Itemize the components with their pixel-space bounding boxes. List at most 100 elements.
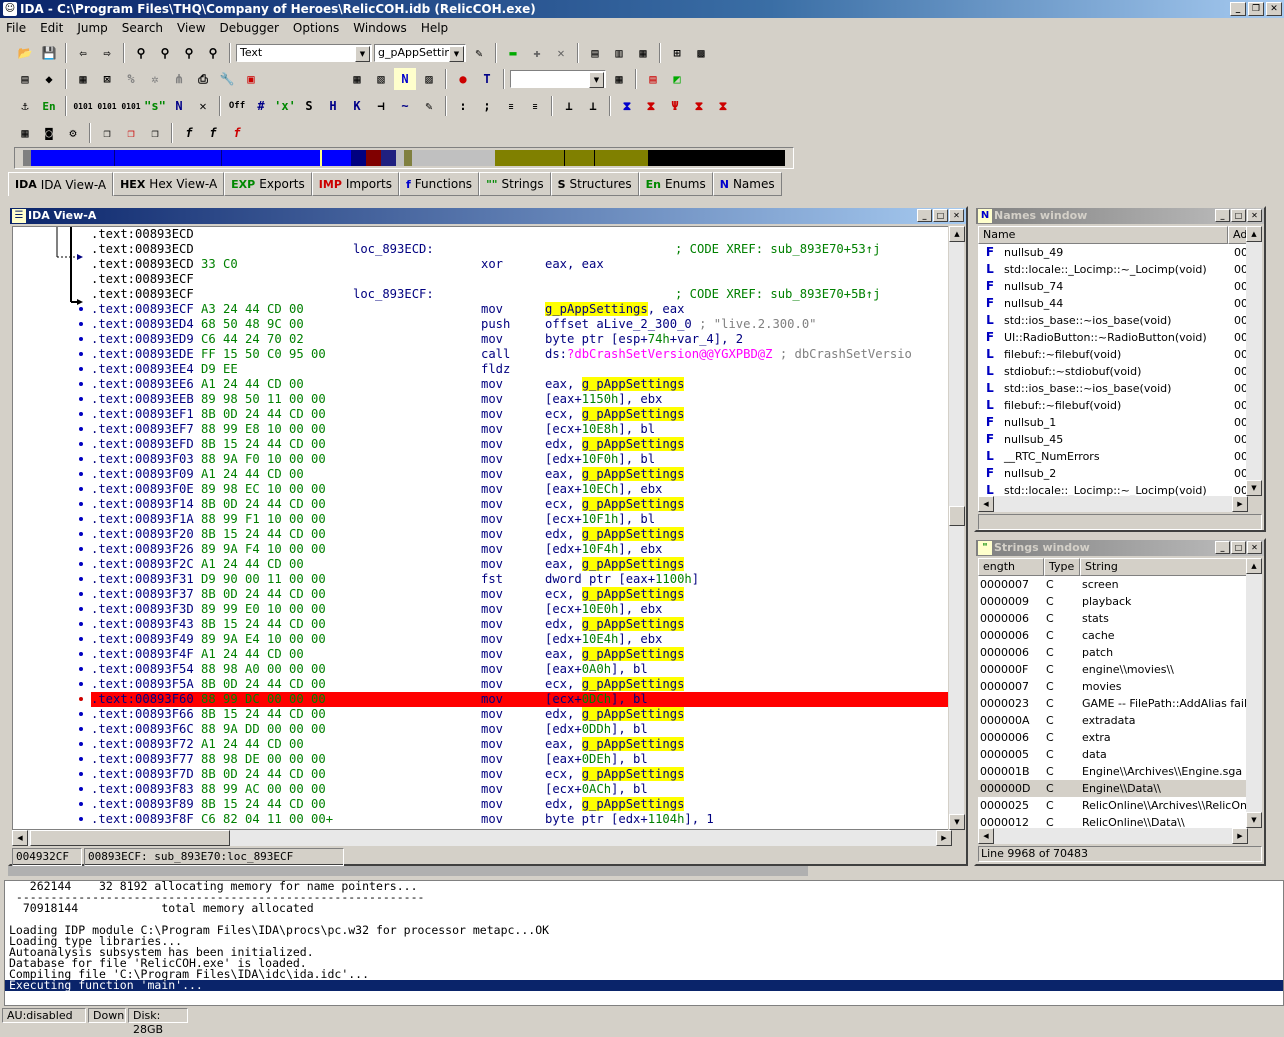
window-split-icon[interactable]: ▥ [608,42,630,64]
line-dot-icon[interactable] [79,427,83,431]
tab-strings[interactable]: "" Strings [479,172,551,196]
names-hscroll[interactable]: ◀ ▶ [978,496,1248,512]
disasm-line[interactable]: .text:00893F2C A1 24 44 CD 00 mov eax, g_pA… [91,557,951,572]
disasm-line[interactable]: .text:00893F03 88 9A F0 10 00 00 mov [edx+1… [91,452,951,467]
names-col-address[interactable]: Ad [1228,226,1248,244]
names-titlebar[interactable]: N Names window _ □ ✕ [976,208,1264,224]
restore-button[interactable]: ❐ [1248,2,1264,16]
breakpoint-icon[interactable]: ● [452,68,474,90]
ida-view-titlebar[interactable]: ☰ IDA View-A _ □ ✕ [10,208,966,224]
graph-view-icon[interactable]: ⊠ [96,68,118,90]
type-t-icon[interactable]: T [476,68,498,90]
names-vscroll[interactable]: ▲ ▼ [1246,226,1262,496]
edit-icon[interactable]: ✎ [418,95,440,117]
binoculars-icon[interactable]: ⚲ [130,42,152,64]
add-green-icon[interactable]: ▬ [502,42,524,64]
user-chart-icon[interactable]: ⧗ [712,95,734,117]
windows-red-icon[interactable]: ❐ [120,122,142,144]
names-row[interactable]: Lstd::locale::_Locimp::~_Locimp(void) 00 [978,261,1248,278]
undefine-icon[interactable]: 0101 [120,95,142,117]
comment2-icon[interactable]: ≡ [524,95,546,117]
strings-list[interactable]: 0000007 Cscreen 0000009 Cplayback 0000006 Cst… [978,576,1248,828]
strings-maximize-button[interactable]: □ [1231,541,1246,554]
disasm-line[interactable]: .text:00893F37 8B 0D 24 44 CD 00 mov ecx, g… [91,587,951,602]
disasm-line[interactable]: .text:00893F77 88 98 DE 00 00 00 mov [eax+0… [91,752,951,767]
strings-row[interactable]: 0000007 Cmovies [978,678,1248,695]
line-dot-icon[interactable] [79,532,83,536]
strings-col-length[interactable]: ength [978,558,1044,576]
disasm-line[interactable]: .text:00893ECD [91,227,951,242]
names-maximize-button[interactable]: □ [1231,209,1246,222]
calls-icon[interactable]: ⧗ [640,95,662,117]
strings-row[interactable]: 0000006 Cpatch [978,644,1248,661]
disasm-line[interactable]: .text:00893ED9 C6 44 24 70 02 mov byte ptr … [91,332,951,347]
offset-icon[interactable]: Off [226,95,248,117]
struct-icon[interactable]: ▦ [72,68,94,90]
disasm-line[interactable]: .text:00893F66 8B 15 24 44 CD 00 mov edx, g… [91,707,951,722]
wrench-icon[interactable]: 🔧 [216,68,238,90]
names-row[interactable]: Lfilebuf::~filebuf(void) 00 [978,397,1248,414]
line-dot-icon[interactable] [79,547,83,551]
line-dot-icon[interactable] [79,817,83,821]
disasm-line[interactable]: .text:00893F60 88 99 DC 00 00 00 mov [ecx+0… [91,692,951,707]
strings-titlebar[interactable]: " Strings window _ □ ✕ [976,540,1264,556]
strings-minimize-button[interactable]: _ [1215,541,1230,554]
xref-to-icon[interactable]: ⊥ [558,95,580,117]
disasm-line[interactable]: .text:00893ECD loc_893ECD: ; CODE XREF: su… [91,242,951,257]
ida-app-icon[interactable]: ☺ [3,2,17,16]
strings-row[interactable]: 0000007 Cscreen [978,576,1248,593]
line-dot-icon[interactable] [79,802,83,806]
names-col-name[interactable]: Name [978,226,1228,244]
disasm-line[interactable]: .text:00893EE6 A1 24 44 CD 00 mov eax, g_pA… [91,377,951,392]
breakpoint-dot-icon[interactable] [79,697,83,701]
tab-structures[interactable]: S Structures [550,172,639,196]
semicolon-icon[interactable]: ; [476,95,498,117]
disasm-line[interactable]: .text:00893EFD 8B 15 24 44 CD 00 mov edx, g… [91,437,951,452]
calculator-icon[interactable]: ▦ [14,122,36,144]
code-0101-icon[interactable]: 0101 [72,95,94,117]
struct-edit-icon[interactable]: ▦ [608,68,630,90]
strings-hscroll[interactable]: ◀ ▶ [978,828,1248,844]
strings-row[interactable]: 0000023 C GAME -- FilePath::AddAlias failu… [978,695,1248,712]
menu-file[interactable]: File [6,21,26,35]
disasm-line[interactable]: .text:00893F6C 88 9A DD 00 00 00 mov [edx+0… [91,722,951,737]
strings-row[interactable]: 0000006 Cstats [978,610,1248,627]
scroll-up-icon[interactable]: ▲ [949,226,965,242]
disasm-line[interactable]: .text:00893EE4 D9 EE fldz [91,362,951,377]
notes-icon[interactable]: ▤ [642,68,664,90]
disasm-line[interactable]: .text:00893F1A 88 99 F1 10 00 00 mov [ecx+1… [91,512,951,527]
psi-icon[interactable]: Ψ [664,95,686,117]
line-dot-icon[interactable] [79,682,83,686]
print-icon[interactable]: ⎙ [192,68,214,90]
tab-enums[interactable]: En Enums [638,172,713,196]
bitwise-icon[interactable]: ~ [394,95,416,117]
function-edit-icon[interactable]: f [202,122,224,144]
strings-close-button[interactable]: ✕ [1247,541,1262,554]
minimize-button[interactable]: _ [1230,2,1246,16]
cross-icon[interactable]: ✕ [550,42,572,64]
menu-windows[interactable]: Windows [353,21,407,35]
line-dot-icon[interactable] [79,322,83,326]
names-row[interactable]: Fnullsub_1 00 [978,414,1248,431]
menu-options[interactable]: Options [293,21,339,35]
disasm-line[interactable]: .text:00893F20 8B 15 24 44 CD 00 mov edx, g… [91,527,951,542]
names-row[interactable]: Lfilebuf::~filebuf(void) 00 [978,346,1248,363]
tab-hex-view-a[interactable]: HEX Hex View-A [113,172,225,196]
names-row[interactable]: Lstd::ios_base::~ios_base(void) 00 [978,380,1248,397]
name-combo[interactable]: g_pAppSetting [374,44,466,62]
menu-help[interactable]: Help [421,21,448,35]
forward-icon[interactable]: ⇨ [96,42,118,64]
line-dot-icon[interactable] [79,667,83,671]
delete-icon[interactable]: ✕ [192,95,214,117]
line-dot-icon[interactable] [79,772,83,776]
tree-icon[interactable]: ⋔ [168,68,190,90]
save-icon[interactable]: 💾 [38,42,60,64]
line-dot-icon[interactable] [79,787,83,791]
menu-search[interactable]: Search [122,21,163,35]
tab-exports[interactable]: EXP Exports [224,172,312,196]
data-icon[interactable]: ▧ [370,68,392,90]
line-dot-icon[interactable] [79,592,83,596]
color-icon[interactable]: ◩ [666,68,688,90]
flowchart-icon[interactable]: ⧗ [616,95,638,117]
line-dot-icon[interactable] [79,487,83,491]
